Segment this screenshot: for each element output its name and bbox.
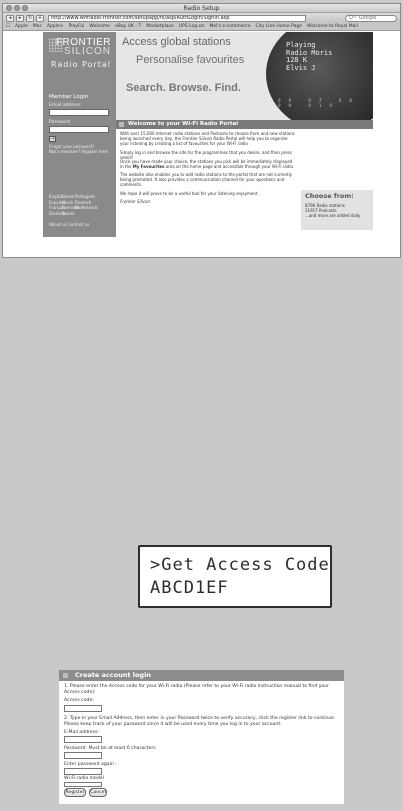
welcome-paragraph: The website also enables you to add radi… bbox=[120, 172, 293, 187]
welcome-panel: Welcome to your Wi-Fi Radio Portal With … bbox=[116, 120, 373, 237]
language-link[interactable]: Deutsch bbox=[49, 211, 65, 217]
bookmark-item[interactable]: Welcome bbox=[89, 24, 110, 29]
language-link[interactable]: Nederlands bbox=[75, 205, 98, 211]
welcome-paragraph: With over 15,000 Internet radio stations… bbox=[120, 131, 295, 146]
bookmark-item[interactable]: Mac bbox=[33, 24, 42, 29]
bookmark-item[interactable]: Apple bbox=[15, 24, 28, 29]
page-viewport: FRONTIER SILICON Radio Portal Member Log… bbox=[3, 32, 400, 257]
welcome-paragraph: We hope it will prove to be a useful too… bbox=[120, 191, 259, 196]
email-label: Email address bbox=[49, 103, 81, 108]
create-account-form: Create account login 1. Please enter the… bbox=[59, 670, 344, 804]
member-login-title: Member Login bbox=[49, 94, 89, 100]
choose-from-box: Choose from: 8796 Radio stations 11917 P… bbox=[301, 190, 373, 230]
reload-button[interactable]: ↻ bbox=[26, 14, 34, 22]
welcome-paragraph: Once you have made your choice, the stat… bbox=[120, 159, 296, 170]
forward-button[interactable]: ▸ bbox=[16, 14, 24, 22]
radio-preset-numbers: 09 07 08 09 010 bbox=[278, 98, 360, 108]
portal-sidebar: FRONTIER SILICON Radio Portal Member Log… bbox=[43, 32, 116, 237]
login-email-input[interactable] bbox=[49, 109, 109, 116]
welcome-signature: Frontier Silicon bbox=[120, 199, 151, 204]
bookmark-item[interactable]: Marketplace bbox=[146, 24, 174, 29]
welcome-title: Welcome to your Wi-Fi Radio Portal bbox=[116, 120, 373, 129]
welcome-text: area on the home page and accessible thr… bbox=[164, 163, 295, 169]
title-bar: Radio Setup bbox=[3, 4, 400, 13]
login-submit-button[interactable]: → bbox=[49, 136, 56, 142]
logo-text-silicon: SILICON bbox=[63, 46, 111, 57]
register-link[interactable]: Not a member? Register here bbox=[49, 149, 108, 154]
bookmark-item[interactable]: eBay UK - T bbox=[115, 24, 141, 29]
banner-line-3: Search. Browse. Find. bbox=[126, 82, 241, 94]
radio-model-input[interactable] bbox=[64, 782, 102, 787]
lcd-line-2: ABCD1EF bbox=[150, 578, 229, 598]
bookmark-item[interactable]: UPS Log-on bbox=[179, 24, 205, 29]
search-field[interactable]: Q~ Google bbox=[345, 14, 397, 22]
lcd-line-1: >Get Access Code bbox=[150, 555, 330, 575]
language-list: English Dansk Português Español Norsk De… bbox=[49, 194, 98, 217]
register-button[interactable]: Register bbox=[64, 788, 86, 797]
radio-display-text: Playing Radio Moris 128 K Elvis J bbox=[286, 41, 332, 72]
banner-line-1: Access global stations bbox=[122, 36, 231, 48]
email-address-label: E-Mail address: bbox=[64, 730, 99, 735]
password-confirm-label: Enter password again : bbox=[64, 762, 117, 767]
radio-portal: FRONTIER SILICON Radio Portal Member Log… bbox=[43, 32, 373, 242]
access-code-input[interactable] bbox=[64, 705, 102, 712]
password-label: Password bbox=[49, 120, 71, 125]
radio-model-label: Wi-Fi radio model bbox=[64, 776, 104, 781]
form-title: Create account login bbox=[59, 670, 344, 681]
banner-line-2: Personalise favourites bbox=[136, 54, 245, 66]
email-address-input[interactable] bbox=[64, 736, 102, 743]
password-confirm-input[interactable] bbox=[64, 768, 102, 775]
password-label: Password: Must be at least 6 characters bbox=[64, 746, 156, 751]
logo-text-radio-portal: Radio Portal bbox=[50, 60, 111, 69]
portal-banner: Access global stations Personalise favou… bbox=[116, 32, 373, 120]
radio-display-line: Elvis J bbox=[286, 63, 316, 72]
bookmark-item[interactable]: Apple+ bbox=[47, 24, 64, 29]
browser-window: Radio Setup ◂ ▸ ↻ + http://www.wifiradio… bbox=[2, 3, 401, 258]
stat-more: ...and more are added daily bbox=[305, 213, 361, 218]
step2-instructions: 2. Type in your Email Address, then ente… bbox=[64, 716, 336, 727]
browser-toolbar: ◂ ▸ ↻ + http://www.wifiradio-frontier.co… bbox=[3, 13, 400, 23]
radio-lcd-display: >Get Access Code ABCD1EF bbox=[138, 545, 332, 608]
login-password-input[interactable] bbox=[49, 126, 109, 133]
cancel-button[interactable]: Cancel bbox=[89, 788, 107, 797]
window-title: Radio Setup bbox=[183, 5, 220, 12]
language-link[interactable]: Suomi bbox=[62, 211, 75, 217]
bookmark-item[interactable]: Welcome to Royal Mail bbox=[307, 24, 358, 29]
choose-title: Choose from: bbox=[305, 192, 354, 200]
bookmark-item[interactable]: City Link Home Page bbox=[256, 24, 303, 29]
password-input[interactable] bbox=[64, 752, 102, 759]
choose-stats: 8796 Radio stations 11917 Podcasts ...an… bbox=[305, 203, 360, 218]
frontier-logo: FRONTIER SILICON Radio Portal bbox=[47, 36, 113, 76]
address-bar[interactable]: http://www.wifiradio-frontier.com/setupa… bbox=[48, 14, 306, 22]
add-bookmark-button[interactable]: + bbox=[36, 14, 44, 22]
footer-links[interactable]: About us Contact us bbox=[49, 222, 89, 227]
back-button[interactable]: ◂ bbox=[6, 14, 14, 22]
page: Radio Setup ◂ ▸ ↻ + http://www.wifiradio… bbox=[0, 0, 403, 811]
bookmark-item[interactable]: Mel's e-commerce bbox=[209, 24, 250, 29]
step1-instructions: 1. Please enter the Access code for your… bbox=[64, 684, 330, 695]
bookmark-item[interactable]: PlayFul bbox=[69, 24, 85, 29]
bookmarks-bar: ☐ Apple Mac Apple+ PlayFul Welcome eBay … bbox=[3, 23, 400, 31]
access-code-label: Access code: bbox=[64, 698, 94, 703]
bookmarks-icon[interactable]: ☐ bbox=[6, 24, 10, 29]
my-favourites-text: My Favourites bbox=[132, 163, 165, 169]
